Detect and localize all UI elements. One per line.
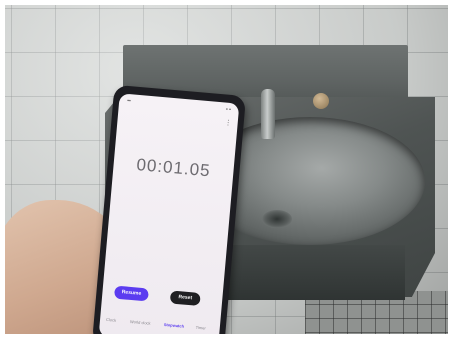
status-time: ▪▪ [126,97,132,105]
push-button-tap [313,93,329,109]
smartphone: ▪▪ ▪ ▪ ⋮ 00:01.05 Resume Reset Clock Wor… [91,84,247,334]
status-icons: ▪ ▪ [225,106,232,113]
photo-frame: ▪▪ ▪ ▪ ⋮ 00:01.05 Resume Reset Clock Wor… [5,5,448,334]
tab-world-clock[interactable]: World clock [130,319,151,326]
tab-timer[interactable]: Timer [196,325,206,331]
tab-stopwatch[interactable]: Stopwatch [164,322,185,329]
reset-button[interactable]: Reset [169,290,201,306]
more-options-icon[interactable]: ⋮ [224,118,232,127]
status-bar: ▪▪ ▪ ▪ [127,98,231,115]
tab-clock[interactable]: Clock [106,317,116,323]
phone-screen: ▪▪ ▪ ▪ ⋮ 00:01.05 Resume Reset Clock Wor… [98,93,240,334]
stopwatch-time: 00:01.05 [135,155,212,181]
bottom-tabs: Clock World clock Stopwatch Timer [104,317,218,334]
sink-drain [262,210,292,228]
resume-button[interactable]: Resume [113,285,149,302]
faucet [261,89,275,139]
